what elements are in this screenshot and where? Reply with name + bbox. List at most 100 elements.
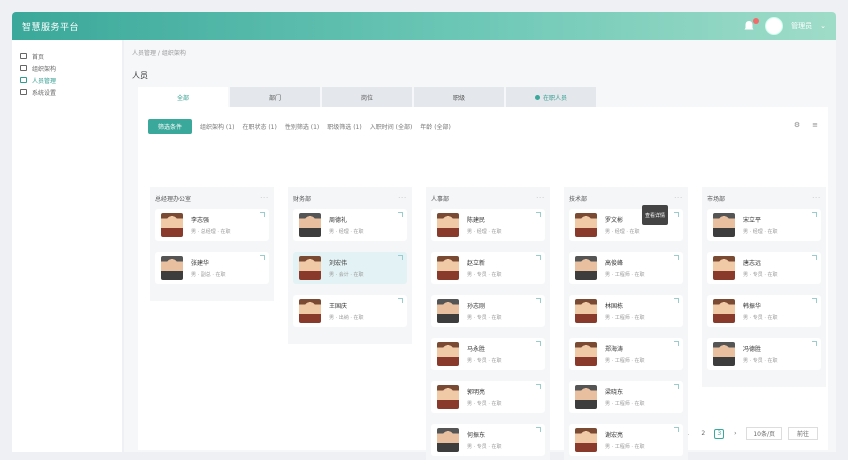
person-card[interactable]: 冯德胜男 · 专员 · 在职 xyxy=(707,338,821,370)
page-size-select[interactable]: 10条/页 xyxy=(746,427,782,440)
user-avatar[interactable] xyxy=(765,17,784,35)
person-avatar xyxy=(713,213,735,237)
person-card[interactable]: 马永胜男 · 专员 · 在职 xyxy=(431,338,545,370)
person-name: 王国庆 xyxy=(329,303,348,310)
person-card[interactable]: 赵立新男 · 专员 · 在职 xyxy=(431,252,545,284)
filter-chip[interactable]: 年龄 (全部) xyxy=(420,122,451,131)
notification-dot xyxy=(753,18,760,24)
person-card[interactable]: 郑海涛男 · 工程师 · 在职 xyxy=(569,338,683,370)
corner-mark-icon xyxy=(260,212,265,217)
person-card[interactable]: 孙志刚男 · 专员 · 在职 xyxy=(431,295,545,327)
person-card[interactable]: 郭明亮男 · 专员 · 在职 xyxy=(431,381,545,413)
corner-mark-icon xyxy=(812,212,817,217)
person-card[interactable]: 梁晓东男 · 工程师 · 在职 xyxy=(569,381,683,413)
user-name[interactable]: 管理员 xyxy=(791,21,812,31)
person-name: 林国栋 xyxy=(605,303,624,310)
person-card[interactable]: 唐志远男 · 专员 · 在职 xyxy=(707,252,821,284)
person-info: 高俊峰男 · 工程师 · 在职 xyxy=(605,258,645,278)
person-card[interactable]: 李志强男 · 总经理 · 在职 xyxy=(155,209,269,241)
more-icon[interactable]: ··· xyxy=(812,195,821,202)
person-name: 罗文彬 xyxy=(605,217,624,224)
person-info: 唐志远男 · 专员 · 在职 xyxy=(743,258,778,278)
person-info: 梁晓东男 · 工程师 · 在职 xyxy=(605,387,645,407)
person-detail: 男 · 专员 · 在职 xyxy=(467,444,502,450)
sidebar: 首页组织架构人员管理系统设置 xyxy=(12,40,122,452)
list-icon[interactable]: ≡ xyxy=(812,121,818,129)
sidebar-item-1[interactable]: 组织架构 xyxy=(12,62,122,74)
sidebar-item-label: 首页 xyxy=(32,53,45,61)
tab-4[interactable]: 在职人员 xyxy=(506,87,596,107)
person-name: 郑海涛 xyxy=(605,346,624,353)
next-page-button[interactable]: › xyxy=(730,429,740,439)
home-icon xyxy=(20,53,27,59)
org-icon xyxy=(20,65,27,71)
person-avatar xyxy=(575,256,597,280)
person-avatar xyxy=(437,256,459,280)
person-info: 何振东男 · 专员 · 在职 xyxy=(467,430,502,450)
app-header: 智慧服务平台 管理员 ⌄ xyxy=(12,12,836,40)
person-detail: 男 · 经理 · 在职 xyxy=(743,229,778,235)
panel-tools: ⚙ ≡ xyxy=(794,121,818,129)
person-card[interactable]: 谢宏亮男 · 工程师 · 在职 xyxy=(569,424,683,456)
filter-chip[interactable]: 在职状态 (1) xyxy=(242,122,276,131)
person-card[interactable]: 王国庆男 · 出纳 · 在职 xyxy=(293,295,407,327)
tab-label: 全部 xyxy=(176,94,189,102)
status-dot-icon xyxy=(534,94,540,100)
settings-icon[interactable]: ⚙ xyxy=(794,121,800,129)
person-detail: 男 · 经理 · 在职 xyxy=(467,229,502,235)
chevron-down-icon[interactable]: ⌄ xyxy=(820,22,826,30)
person-card[interactable]: 韩振华男 · 专员 · 在职 xyxy=(707,295,821,327)
tab-3[interactable]: 职级 xyxy=(414,87,504,107)
person-detail: 男 · 专员 · 在职 xyxy=(467,315,502,321)
more-icon[interactable]: ··· xyxy=(536,195,545,202)
column-title: 总经理办公室 xyxy=(155,195,192,203)
person-name: 周德礼 xyxy=(329,217,348,224)
person-name: 韩振华 xyxy=(743,303,762,310)
more-icon[interactable]: ··· xyxy=(260,195,269,202)
more-icon[interactable]: ··· xyxy=(398,195,407,202)
sidebar-item-label: 组织架构 xyxy=(32,65,57,73)
person-card[interactable]: 张建华男 · 副总 · 在职 xyxy=(155,252,269,284)
corner-mark-icon xyxy=(674,212,679,217)
page-number[interactable]: 2 xyxy=(698,429,708,439)
column-header: 财务部 ··· xyxy=(293,193,407,203)
person-info: 林国栋男 · 工程师 · 在职 xyxy=(605,301,645,321)
person-card[interactable]: 刘宏伟男 · 会计 · 在职 xyxy=(293,252,407,284)
corner-mark-icon xyxy=(674,341,679,346)
filter-chip[interactable]: 性别筛选 (1) xyxy=(285,122,319,131)
sidebar-item-3[interactable]: 系统设置 xyxy=(12,86,122,98)
person-card[interactable]: 高俊峰男 · 工程师 · 在职 xyxy=(569,252,683,284)
column-header: 总经理办公室 ··· xyxy=(155,193,269,203)
notification-bell-icon[interactable] xyxy=(743,18,760,32)
filter-chip[interactable]: 职级筛选 (1) xyxy=(327,122,361,131)
pagination: ‹123›10条/页前往 xyxy=(666,427,818,440)
person-card[interactable]: 周德礼男 · 经理 · 在职 xyxy=(293,209,407,241)
person-avatar xyxy=(575,428,597,452)
more-icon[interactable]: ··· xyxy=(674,195,683,202)
sidebar-item-0[interactable]: 首页 xyxy=(12,50,122,62)
person-card[interactable]: 陈建民男 · 经理 · 在职 xyxy=(431,209,545,241)
filter-button[interactable]: 筛选条件 xyxy=(148,119,193,134)
tab-1[interactable]: 部门 xyxy=(230,87,320,107)
sidebar-item-label: 人员管理 xyxy=(32,77,57,85)
person-name: 李志强 xyxy=(191,217,210,224)
person-detail: 男 · 工程师 · 在职 xyxy=(605,444,645,450)
person-avatar xyxy=(437,342,459,366)
corner-mark-icon xyxy=(674,427,679,432)
person-name: 刘宏伟 xyxy=(329,260,348,267)
tab-2[interactable]: 岗位 xyxy=(322,87,412,107)
person-card[interactable]: 何振东男 · 专员 · 在职 xyxy=(431,424,545,456)
sidebar-item-label: 系统设置 xyxy=(32,89,57,97)
person-avatar xyxy=(299,299,321,323)
person-card[interactable]: 林国栋男 · 工程师 · 在职 xyxy=(569,295,683,327)
person-name: 高俊峰 xyxy=(605,260,624,267)
page-number[interactable]: 3 xyxy=(714,428,725,439)
person-card[interactable]: 宋立平男 · 经理 · 在职 xyxy=(707,209,821,241)
tab-0[interactable]: 全部 xyxy=(138,87,228,107)
goto-page-button[interactable]: 前往 xyxy=(787,427,818,440)
sidebar-item-2[interactable]: 人员管理 xyxy=(12,74,122,86)
org-column: 技术部 ··· 罗文彬男 · 经理 · 在职 高俊峰男 · 工程师 · 在职 林国栋男 … xyxy=(564,187,688,460)
person-info: 赵立新男 · 专员 · 在职 xyxy=(467,258,502,278)
filter-chip[interactable]: 组织架构 (1) xyxy=(200,122,234,131)
filter-chip[interactable]: 入职时间 (全部) xyxy=(370,122,413,131)
